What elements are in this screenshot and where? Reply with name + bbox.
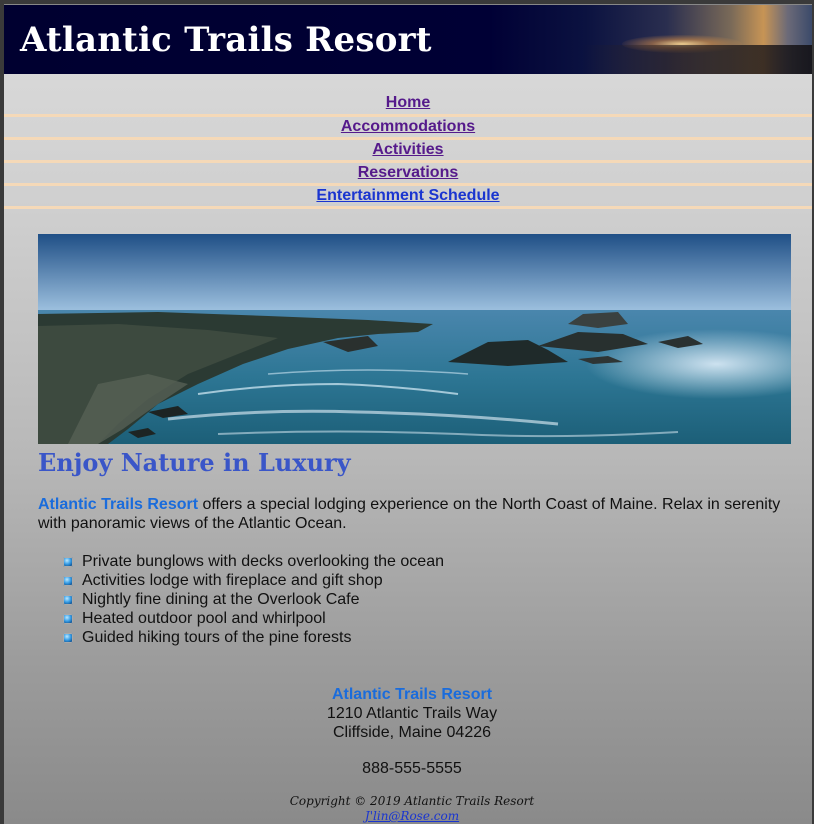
site-title: Atlantic Trails Resort: [20, 20, 432, 60]
list-item: Guided hiking tours of the pine forests: [63, 628, 798, 647]
bullet-icon: [63, 556, 73, 567]
nav-link-entertainment-schedule[interactable]: Entertainment Schedule: [316, 187, 499, 205]
amenity-text: Activities lodge with fireplace and gift…: [82, 572, 383, 589]
list-item: Private bunglows with decks overlooking …: [63, 552, 798, 571]
bullet-icon: [63, 632, 73, 643]
nav-link-reservations[interactable]: Reservations: [358, 164, 459, 182]
nav-row-entertainment: Entertainment Schedule: [4, 186, 812, 209]
list-item: Nightly fine dining at the Overlook Cafe: [63, 590, 798, 609]
site-header: Atlantic Trails Resort: [4, 5, 812, 74]
amenity-text: Heated outdoor pool and whirlpool: [82, 610, 326, 627]
page-heading: Enjoy Nature in Luxury: [38, 448, 351, 477]
bullet-icon: [63, 575, 73, 586]
amenity-text: Nightly fine dining at the Overlook Cafe: [82, 591, 360, 608]
contact-phone: 888-555-5555: [362, 760, 462, 777]
contact-street: 1210 Atlantic Trails Way: [326, 705, 498, 722]
nav-link-home[interactable]: Home: [386, 94, 430, 112]
email-link[interactable]: J'lin@Rose.com: [365, 809, 459, 823]
intro-paragraph: Atlantic Trails Resort offers a special …: [38, 495, 798, 533]
amenity-text: Private bunglows with decks overlooking …: [82, 553, 444, 570]
horizon-shade: [582, 45, 812, 74]
copyright-text: Copyright © 2019 Atlantic Trails Resort: [289, 794, 535, 808]
list-item: Heated outdoor pool and whirlpool: [63, 609, 798, 628]
nav-link-activities[interactable]: Activities: [372, 141, 443, 159]
amenities-list: Private bunglows with decks overlooking …: [63, 552, 798, 647]
list-item: Activities lodge with fireplace and gift…: [63, 571, 798, 590]
amenity-text: Guided hiking tours of the pine forests: [82, 629, 352, 646]
contact-name: Atlantic Trails Resort: [331, 686, 493, 703]
nav-row-home: Home: [4, 92, 812, 117]
contact-city: Cliffside, Maine 04226: [332, 724, 492, 741]
nav-row-reservations: Reservations: [4, 163, 812, 186]
bullet-icon: [63, 613, 73, 624]
intro-brand-name: Atlantic Trails Resort: [38, 496, 199, 513]
hero-ocean-svg: [38, 234, 791, 444]
nav-link-accommodations[interactable]: Accommodations: [341, 118, 475, 136]
nav-row-activities: Activities: [4, 140, 812, 163]
main-content: Enjoy Nature in Luxury Atlantic Trails R…: [38, 445, 798, 647]
bullet-icon: [63, 594, 73, 605]
main-nav: Home Accommodations Activities Reservati…: [4, 92, 812, 209]
page-frame: Atlantic Trails Resort Home Accommodatio…: [4, 4, 812, 824]
hero-ocean-image: [38, 234, 791, 444]
contact-info: Atlantic Trails Resort 1210 Atlantic Tra…: [8, 685, 812, 778]
nav-row-accommodations: Accommodations: [4, 117, 812, 140]
